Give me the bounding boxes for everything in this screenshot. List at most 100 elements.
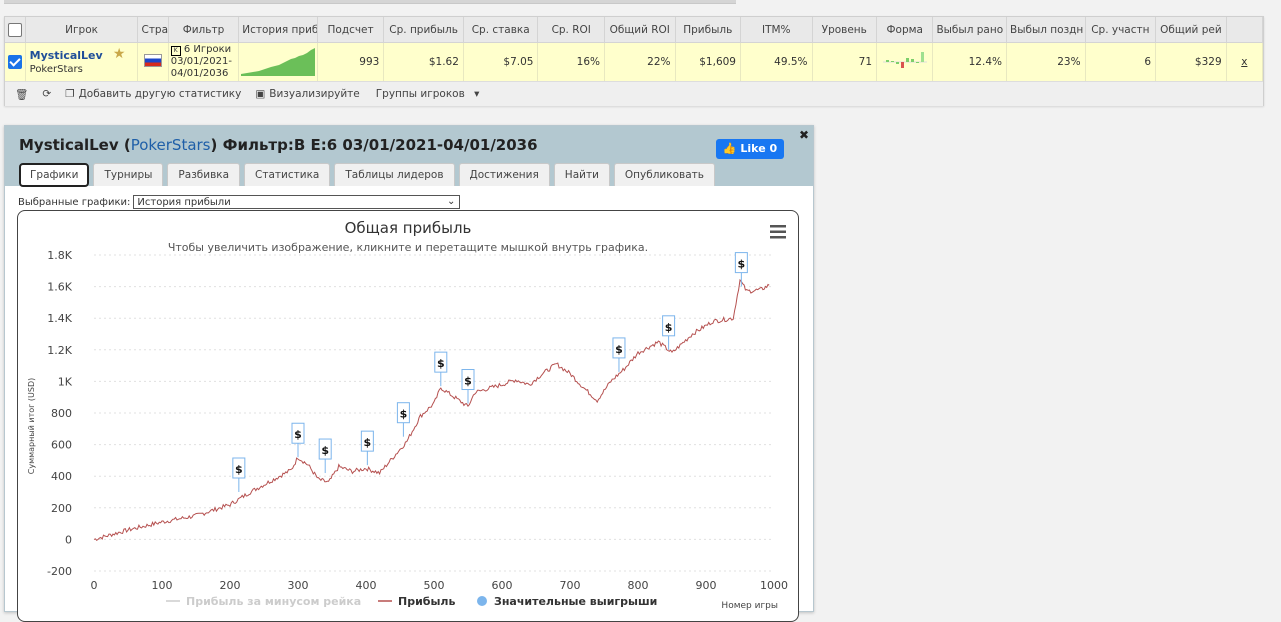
x-tick-label: 1000	[760, 579, 788, 592]
col-player[interactable]: Игрок	[25, 17, 139, 43]
col-profit[interactable]: Прибыль	[675, 17, 742, 43]
x-tick-label: 600	[492, 579, 513, 592]
chart-selector[interactable]: История прибыли ⌄	[133, 195, 461, 209]
big-win-label: $	[321, 444, 329, 457]
big-win-label: $	[400, 408, 408, 421]
avg-roi-cell: 16%	[537, 42, 605, 81]
x-tick-label: 400	[356, 579, 377, 592]
col-avg-roi[interactable]: Ср. ROI	[537, 17, 605, 43]
tab-charts[interactable]: Графики	[19, 163, 90, 187]
big-win-flag[interactable]: $	[734, 252, 748, 287]
player-groups-label: Группы игроков	[375, 88, 465, 100]
chart-title: Общая прибыль	[345, 219, 472, 237]
history-sparkline-chart	[241, 47, 316, 76]
chart-menu-icon[interactable]	[770, 225, 786, 239]
table-header-row: Игрок Стра Фильтр История приб Подсчет С…	[5, 17, 1264, 43]
player-panel: MysticalLev (PokerStars) Фильтр:B E:6 03…	[4, 125, 814, 622]
col-level[interactable]: Уровень	[812, 17, 878, 43]
tab-achievements[interactable]: Достижения	[458, 163, 550, 186]
russia-flag-icon	[144, 54, 163, 67]
x-tick-label: 300	[288, 579, 309, 592]
big-win-label: $	[294, 428, 302, 441]
big-win-flag[interactable]: $	[232, 457, 246, 492]
legend-profit[interactable]: Прибыль	[398, 595, 455, 608]
itm-cell: 49.5%	[740, 42, 813, 81]
facebook-like-button[interactable]: 👍 Like 0	[716, 139, 784, 159]
col-form[interactable]: Форма	[876, 17, 934, 43]
panel-title: MysticalLev (PokerStars) Фильтр:B E:6 03…	[19, 136, 538, 154]
tab-find[interactable]: Найти	[553, 163, 610, 186]
panel-tabs: Графики Турниры Разбивка Статистика Табл…	[19, 163, 719, 187]
y-tick-label: 1.6K	[47, 281, 72, 294]
tab-tournaments[interactable]: Турниры	[93, 163, 164, 186]
caret-down-icon: ▾	[474, 88, 480, 100]
col-avg-stake[interactable]: Ср. ставка	[463, 17, 539, 43]
row-checkbox[interactable]	[5, 42, 26, 81]
stats-table-panel: Игрок Стра Фильтр История приб Подсчет С…	[4, 16, 1264, 106]
col-remove	[1226, 17, 1264, 43]
col-site[interactable]: Стра	[137, 17, 169, 43]
big-win-label: $	[235, 463, 243, 476]
panel-site-link[interactable]: PokerStars	[131, 136, 211, 154]
avg-stake-cell: $7.05	[463, 42, 539, 81]
tab-leaderboards[interactable]: Таблицы лидеров	[334, 163, 455, 186]
tab-statistics[interactable]: Статистика	[244, 163, 331, 186]
x-tick-label: 0	[91, 579, 98, 592]
big-win-label: $	[464, 375, 472, 388]
form-cell	[876, 42, 934, 81]
add-stat-button[interactable]: Добавить другую статистику	[79, 88, 242, 100]
tab-publish[interactable]: Опубликовать	[613, 163, 715, 186]
refresh-icon[interactable]: ⟳	[42, 88, 51, 100]
big-win-flag[interactable]: $	[318, 438, 332, 474]
col-history[interactable]: История приб	[238, 17, 318, 43]
big-win-flag[interactable]: $	[396, 402, 410, 437]
big-win-flag[interactable]: $	[360, 430, 374, 466]
big-win-flag[interactable]: $	[291, 422, 305, 458]
col-early[interactable]: Выбыл рано	[932, 17, 1007, 43]
history-sparkline[interactable]	[238, 42, 318, 81]
tab-breakdown[interactable]: Разбивка	[167, 163, 241, 186]
filter-cell[interactable]: K 6 Игроки 03/01/2021- 04/01/2036	[168, 42, 240, 81]
col-count[interactable]: Подсчет	[317, 17, 385, 43]
early-cell: 12.4%	[932, 42, 1007, 81]
big-win-flags: $ $ $ $ $ $ $ $ $ $	[232, 252, 748, 492]
profit-cell: $1,609	[675, 42, 742, 81]
x-tick-label: 100	[152, 579, 173, 592]
col-total-roi[interactable]: Общий ROI	[604, 17, 676, 43]
col-itm[interactable]: ITM%	[740, 17, 813, 43]
col-avg-entrants[interactable]: Ср. участн	[1085, 17, 1157, 43]
profit-chart[interactable]: Общая прибыль Чтобы увеличить изображени…	[18, 211, 798, 621]
x-tick-label: 500	[424, 579, 445, 592]
panel-header: MysticalLev (PokerStars) Фильтр:B E:6 03…	[5, 126, 813, 187]
remove-row-button[interactable]: x	[1226, 42, 1264, 81]
visualize-button[interactable]: Визуализируйте	[269, 88, 359, 100]
legend-net-profit[interactable]: Прибыль за минусом рейка	[186, 595, 361, 608]
x-tick-label: 800	[628, 579, 649, 592]
chart-subtitle: Чтобы увеличить изображение, кликните и …	[168, 241, 648, 254]
y-tick-label: 1K	[58, 375, 73, 388]
big-win-label: $	[665, 321, 673, 334]
col-avg-profit[interactable]: Ср. прибыль	[383, 17, 464, 43]
select-all[interactable]	[5, 17, 26, 43]
trash-icon[interactable]: 🗑	[15, 88, 28, 101]
col-filter[interactable]: Фильтр	[168, 17, 240, 43]
big-win-flag[interactable]: $	[612, 337, 626, 372]
total-roi-cell: 22%	[604, 42, 676, 81]
col-total-rake[interactable]: Общий рей	[1155, 17, 1227, 43]
y-tick-label: 800	[51, 407, 72, 420]
star-icon[interactable]: ★	[113, 46, 126, 62]
col-late[interactable]: Выбыл поздн	[1006, 17, 1086, 43]
stats-table: Игрок Стра Фильтр История приб Подсчет С…	[5, 17, 1264, 81]
player-groups-button[interactable]: Группы игроков ▾	[370, 88, 480, 100]
visualize-icon: ▣	[255, 88, 266, 100]
form-bars-chart	[882, 51, 927, 68]
top-divider	[4, 0, 736, 4]
panel-player-name: MysticalLev	[19, 136, 119, 154]
big-win-label: $	[738, 258, 746, 271]
close-icon[interactable]: ✖	[799, 128, 809, 142]
big-win-label: $	[615, 343, 623, 356]
y-tick-label: 400	[51, 470, 72, 483]
legend-big-wins[interactable]: Значительные выигрыши	[494, 595, 657, 608]
table-row: MysticalLev PokerStars ★ K 6 Игроки 03/0…	[5, 42, 1264, 81]
avg-profit-cell: $1.62	[383, 42, 464, 81]
